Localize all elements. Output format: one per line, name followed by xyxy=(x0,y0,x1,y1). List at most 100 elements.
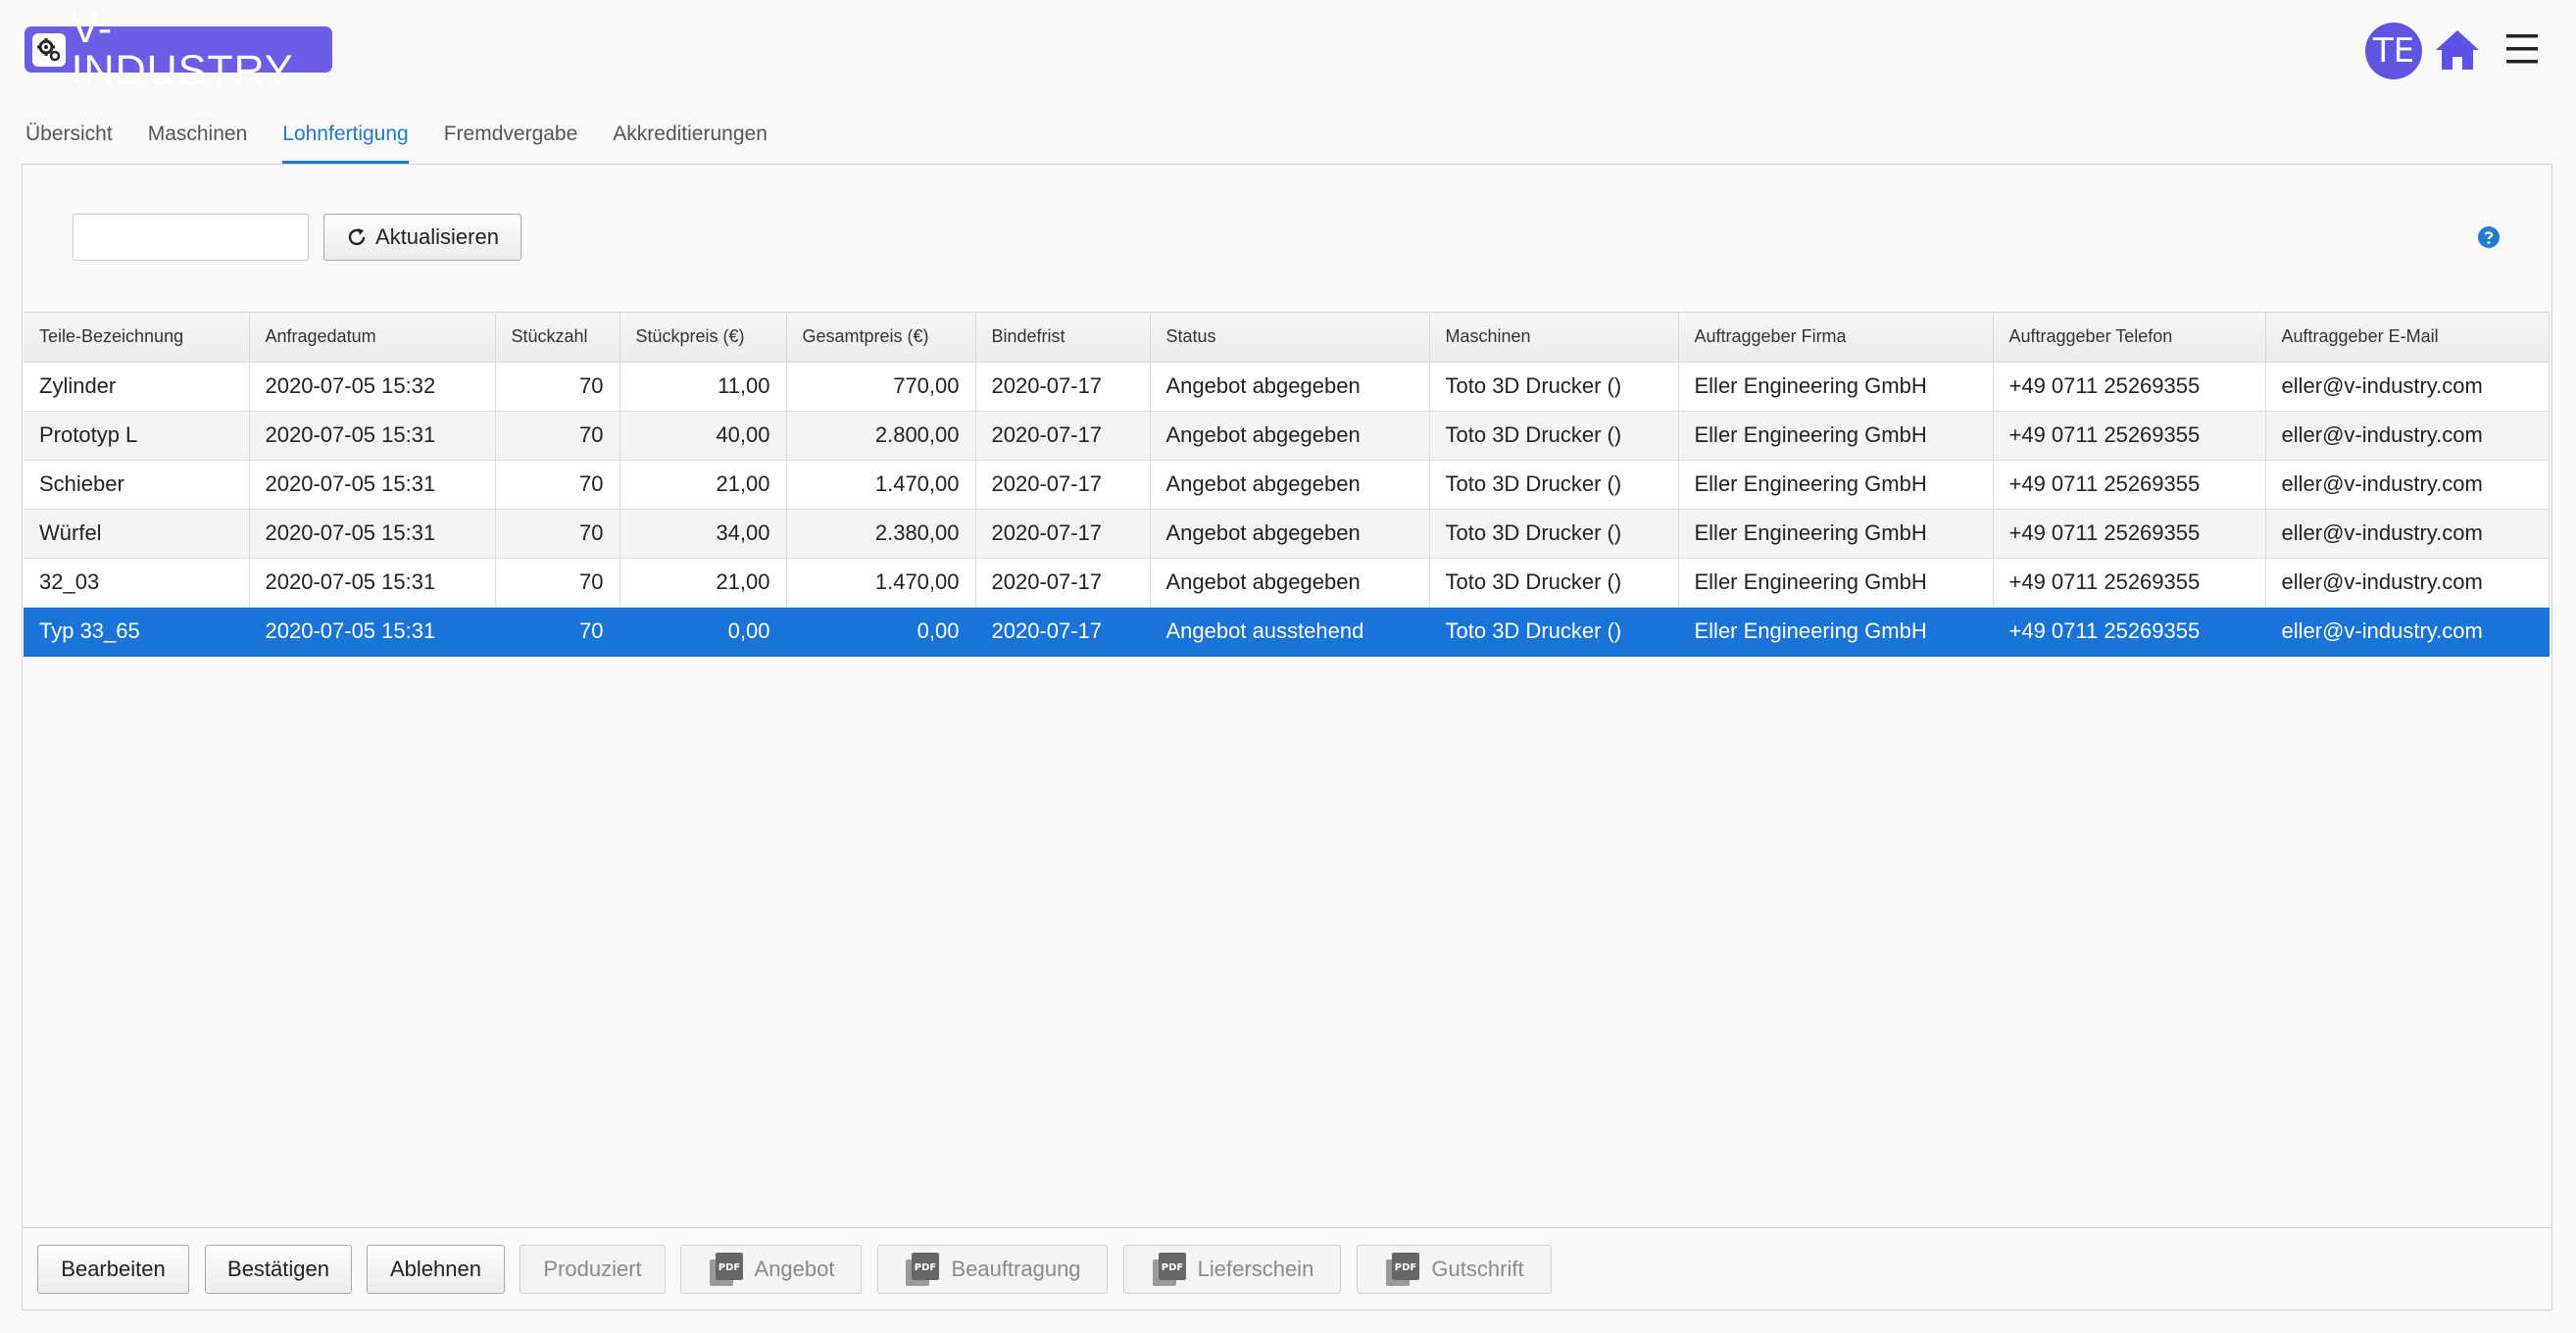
column-header[interactable]: Anfragedatum xyxy=(249,313,496,363)
table-cell: Toto 3D Drucker () xyxy=(1429,362,1679,412)
column-header[interactable]: Auftraggeber Telefon xyxy=(1993,313,2266,363)
table-cell: Schieber xyxy=(24,460,250,510)
pdf-icon: PDF xyxy=(709,1253,743,1286)
commission-label: Beauftragung xyxy=(951,1257,1081,1281)
tab-uebersicht[interactable]: Übersicht xyxy=(25,123,113,164)
svg-text:PDF: PDF xyxy=(1161,1262,1182,1273)
table-cell: 770,00 xyxy=(786,362,976,412)
app-logo[interactable]: V-INDUSTRY xyxy=(25,7,332,91)
refresh-button[interactable]: Aktualisieren xyxy=(323,214,521,261)
table-row[interactable]: Würfel 2020-07-05 15:31 70 34,00 2.380,0… xyxy=(24,509,2550,559)
table-cell: +49 0711 25269355 xyxy=(1993,460,2266,510)
delivery-note-label: Lieferschein xyxy=(1197,1257,1314,1281)
content-panel: Aktualisieren Teile-Bezeichnung Anfraged… xyxy=(22,164,2552,1310)
table-cell: Eller Engineering GmbH xyxy=(1678,509,1994,559)
table-cell: eller@v-industry.com xyxy=(2265,509,2550,559)
table-cell: 2020-07-05 15:31 xyxy=(249,607,496,657)
table-cell: Prototyp L xyxy=(24,411,250,461)
table-cell: +49 0711 25269355 xyxy=(1993,558,2266,608)
column-header[interactable]: Teile-Bezeichnung xyxy=(24,313,250,363)
table-cell: Eller Engineering GmbH xyxy=(1678,607,1994,657)
delivery-note-pdf-button[interactable]: PDF Lieferschein xyxy=(1123,1245,1341,1294)
table-cell: Typ 33_65 xyxy=(24,607,250,657)
table-cell: 70 xyxy=(495,558,620,608)
table-cell: 2020-07-17 xyxy=(975,558,1151,608)
refresh-label: Aktualisieren xyxy=(375,224,499,249)
search-input[interactable] xyxy=(73,214,309,261)
help-icon[interactable] xyxy=(2477,225,2501,249)
hamburger-menu-icon[interactable] xyxy=(2504,32,2540,66)
svg-text:PDF: PDF xyxy=(915,1262,936,1273)
table-cell: 2020-07-05 15:31 xyxy=(249,460,496,510)
table-row[interactable]: Zylinder 2020-07-05 15:32 70 11,00 770,0… xyxy=(24,362,2550,412)
table-cell: eller@v-industry.com xyxy=(2265,558,2550,608)
home-icon[interactable] xyxy=(2434,27,2481,73)
table-cell: Angebot abgegeben xyxy=(1150,362,1430,412)
table-cell: 2020-07-17 xyxy=(975,411,1151,461)
commission-pdf-button[interactable]: PDF Beauftragung xyxy=(877,1245,1108,1294)
table-cell: +49 0711 25269355 xyxy=(1993,607,2266,657)
table-cell: 0,00 xyxy=(786,607,976,657)
table-cell: Zylinder xyxy=(24,362,250,412)
table-cell: 1.470,00 xyxy=(786,558,976,608)
table-cell: Angebot abgegeben xyxy=(1150,509,1430,559)
credit-note-pdf-button[interactable]: PDF Gutschrift xyxy=(1357,1245,1552,1294)
table-cell: 70 xyxy=(495,509,620,559)
tab-lohnfertigung[interactable]: Lohnfertigung xyxy=(282,123,409,164)
column-header[interactable]: Status xyxy=(1150,313,1430,363)
pdf-icon: PDF xyxy=(1386,1253,1420,1286)
table-cell: Angebot ausstehend xyxy=(1150,607,1430,657)
column-header[interactable]: Maschinen xyxy=(1429,313,1679,363)
table-cell: Toto 3D Drucker () xyxy=(1429,509,1679,559)
main-tabs: Übersicht Maschinen Lohnfertigung Fremdv… xyxy=(25,123,803,164)
table-cell: 40,00 xyxy=(619,411,787,461)
table-cell: 2020-07-05 15:31 xyxy=(249,558,496,608)
tab-maschinen[interactable]: Maschinen xyxy=(148,123,248,164)
column-header[interactable]: Bindefrist xyxy=(975,313,1151,363)
table-cell: 21,00 xyxy=(619,558,787,608)
table-cell: +49 0711 25269355 xyxy=(1993,411,2266,461)
table-cell: Eller Engineering GmbH xyxy=(1678,460,1994,510)
produced-button[interactable]: Produziert xyxy=(520,1245,666,1294)
table-cell: 21,00 xyxy=(619,460,787,510)
table-cell: Würfel xyxy=(24,509,250,559)
table-cell: eller@v-industry.com xyxy=(2265,607,2550,657)
svg-text:PDF: PDF xyxy=(1395,1262,1416,1273)
table-cell: Toto 3D Drucker () xyxy=(1429,558,1679,608)
table-cell: 2020-07-17 xyxy=(975,362,1151,412)
table-cell: 1.470,00 xyxy=(786,460,976,510)
offer-pdf-button[interactable]: PDF Angebot xyxy=(680,1245,862,1294)
table-cell: Toto 3D Drucker () xyxy=(1429,607,1679,657)
table-cell: 70 xyxy=(495,460,620,510)
logo-text: V-INDUSTRY xyxy=(71,4,294,94)
user-avatar[interactable]: TE xyxy=(2365,23,2422,79)
table-cell: 70 xyxy=(495,411,620,461)
tab-fremdvergabe[interactable]: Fremdvergabe xyxy=(444,123,578,164)
offer-label: Angebot xyxy=(754,1257,835,1281)
column-header[interactable]: Gesamtpreis (€) xyxy=(786,313,976,363)
table-cell: 2.380,00 xyxy=(786,509,976,559)
table-cell: 11,00 xyxy=(619,362,787,412)
table-cell: +49 0711 25269355 xyxy=(1993,362,2266,412)
table-cell: 2020-07-05 15:31 xyxy=(249,411,496,461)
table-row[interactable]: Schieber 2020-07-05 15:31 70 21,00 1.470… xyxy=(24,460,2550,510)
table-cell: Toto 3D Drucker () xyxy=(1429,411,1679,461)
table-cell: 2020-07-05 15:32 xyxy=(249,362,496,412)
table-row[interactable]: Prototyp L 2020-07-05 15:31 70 40,00 2.8… xyxy=(24,411,2550,461)
tab-akkreditierungen[interactable]: Akkreditierungen xyxy=(613,123,768,164)
column-header[interactable]: Stückzahl xyxy=(495,313,620,363)
table-cell: 2.800,00 xyxy=(786,411,976,461)
table-cell: Eller Engineering GmbH xyxy=(1678,558,1994,608)
reject-button[interactable]: Ablehnen xyxy=(367,1245,505,1294)
table-cell: Eller Engineering GmbH xyxy=(1678,362,1994,412)
column-header[interactable]: Stückpreis (€) xyxy=(619,313,787,363)
column-header[interactable]: Auftraggeber E-Mail xyxy=(2265,313,2550,363)
confirm-button[interactable]: Bestätigen xyxy=(205,1245,352,1294)
table-row[interactable]: 32_03 2020-07-05 15:31 70 21,00 1.470,00… xyxy=(24,558,2550,608)
table-row-selected[interactable]: Typ 33_65 2020-07-05 15:31 70 0,00 0,00 … xyxy=(24,607,2550,657)
edit-button[interactable]: Bearbeiten xyxy=(37,1245,189,1294)
table-cell: eller@v-industry.com xyxy=(2265,460,2550,510)
gear-icon xyxy=(32,32,66,67)
table-cell: 2020-07-17 xyxy=(975,460,1151,510)
column-header[interactable]: Auftraggeber Firma xyxy=(1678,313,1994,363)
